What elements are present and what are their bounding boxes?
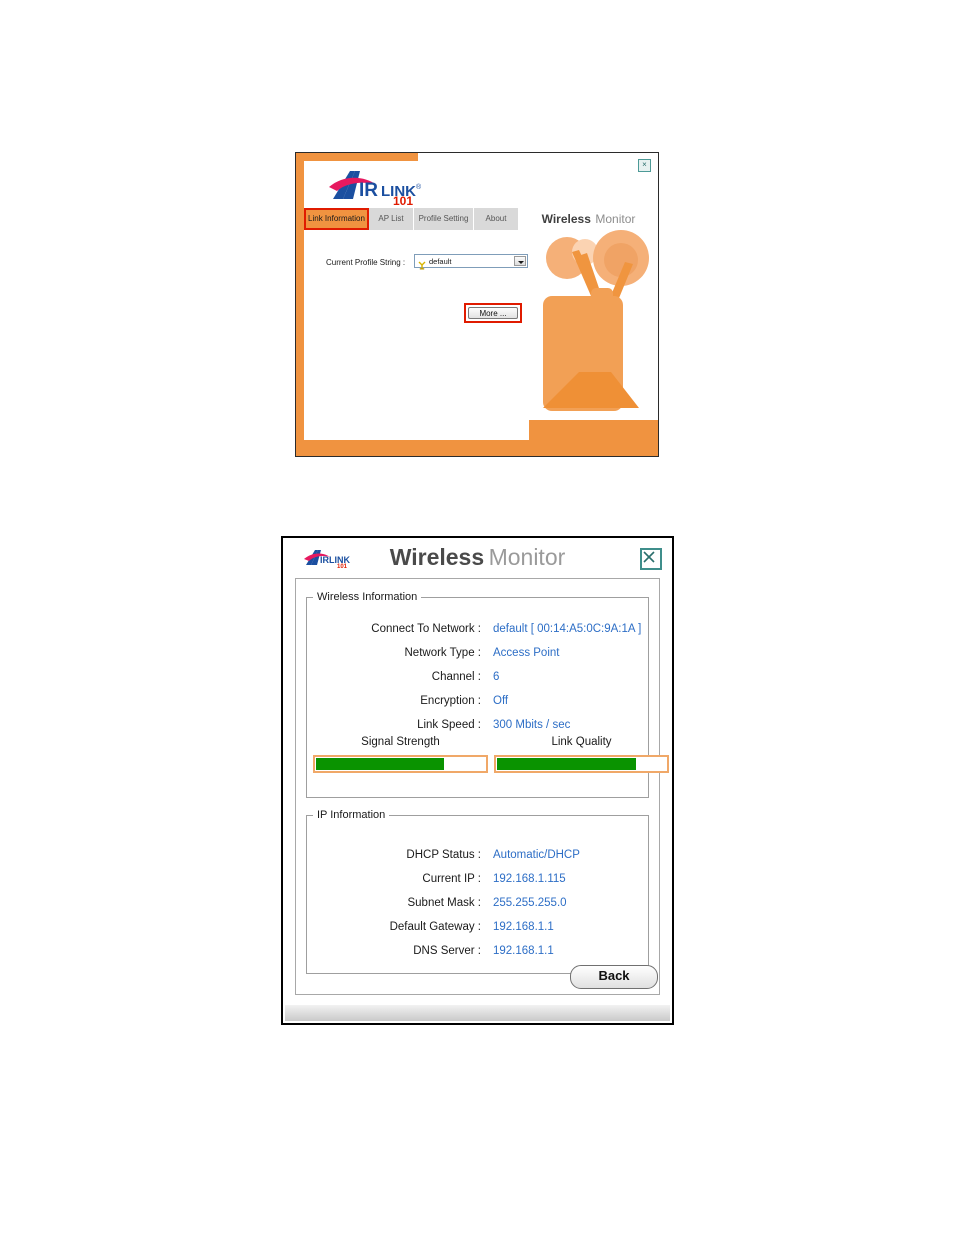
current-ip-value: 192.168.1.115 (493, 873, 566, 885)
link-quality-fill (497, 758, 636, 770)
svg-text:101: 101 (393, 194, 413, 207)
tab-link-information[interactable]: Link Information (304, 208, 369, 230)
ip-information-group: IP Information DHCP Status : Automatic/D… (306, 809, 649, 974)
default-gateway-label: Default Gateway : (389, 921, 481, 933)
current-ip-label: Current IP : (422, 873, 481, 885)
close-icon[interactable]: × (638, 159, 651, 172)
signal-meters: Signal Strength Link Quality (309, 733, 669, 791)
wireless-information-fields: Connect To Network : default [ 00:14:A5:… (309, 617, 646, 737)
close-icon[interactable] (640, 548, 662, 570)
field-row: Subnet Mask : 255.255.255.0 (309, 891, 646, 915)
antenna-icon (418, 257, 426, 270)
channel-label: Channel : (431, 671, 481, 683)
field-row: Default Gateway : 192.168.1.1 (309, 915, 646, 939)
wireless-router-illustration-icon (529, 230, 658, 440)
network-type-value: Access Point (493, 647, 560, 659)
current-profile-label: Current Profile String : (326, 258, 406, 267)
details-panel: Wireless Information Connect To Network … (295, 578, 669, 995)
dhcp-status-value: Automatic/DHCP (493, 849, 580, 861)
link-quality-meter: Link Quality (494, 733, 669, 773)
page-title-light: Monitor (488, 544, 566, 570)
field-row: Network Type : Access Point (309, 641, 646, 665)
link-quality-track (494, 755, 669, 773)
wireless-information-legend: Wireless Information (317, 591, 418, 603)
field-row: Connect To Network : default [ 00:14:A5:… (309, 617, 646, 641)
current-profile-dropdown[interactable]: default (414, 254, 528, 270)
window-title: Wireless Monitor (519, 208, 658, 230)
svg-text:®: ® (416, 183, 422, 191)
window-title-bold: Wireless (541, 212, 591, 226)
window-left-accent-bar (296, 153, 304, 456)
dns-server-value: 192.168.1.1 (493, 945, 554, 957)
ip-information-fields: DHCP Status : Automatic/DHCP Current IP … (309, 843, 646, 963)
subnet-mask-value: 255.255.255.0 (493, 897, 567, 909)
field-row: DHCP Status : Automatic/DHCP (309, 843, 646, 867)
tab-about[interactable]: About (474, 208, 519, 230)
wireless-information-group: Wireless Information Connect To Network … (306, 591, 669, 798)
connect-to-network-value: default [ 00:14:A5:0C:9A:1A ] (493, 623, 642, 635)
signal-strength-label: Signal Strength (361, 736, 440, 748)
tab-profile-setting[interactable]: Profile Setting (414, 208, 474, 230)
svg-text:IR: IR (359, 180, 378, 201)
page-title: Wireless Monitor (283, 544, 672, 571)
current-profile-value: default (429, 257, 452, 266)
default-gateway-value: 192.168.1.1 (493, 921, 554, 933)
window-bottom-accent-bar (304, 440, 658, 456)
encryption-label: Encryption : (420, 695, 481, 707)
field-row: Encryption : Off (309, 689, 646, 713)
field-row: DNS Server : 192.168.1.1 (309, 939, 646, 963)
link-quality-label: Link Quality (551, 736, 612, 748)
window-header: IRLINK 101 Wireless Monitor (283, 538, 672, 578)
channel-value: 6 (493, 671, 500, 683)
back-button[interactable]: Back (570, 965, 658, 989)
tab-ap-list[interactable]: AP List (369, 208, 414, 230)
signal-strength-meter: Signal Strength (313, 733, 488, 773)
encryption-value: Off (493, 695, 509, 707)
dhcp-status-label: DHCP Status : (406, 849, 481, 861)
subnet-mask-label: Subnet Mask : (407, 897, 481, 909)
page-title-bold: Wireless (389, 544, 485, 570)
airlink-logo: IR LINK ® 101 (319, 165, 431, 208)
dns-server-label: DNS Server : (413, 945, 481, 957)
window-title-light: Monitor (595, 212, 636, 226)
chevron-down-icon[interactable] (514, 256, 526, 266)
more-button-highlight: More ... (464, 303, 522, 323)
link-information-window: IR LINK ® 101 × Link Information AP List… (295, 152, 659, 457)
window-top-accent-bar (304, 153, 418, 161)
more-button[interactable]: More ... (468, 307, 518, 319)
signal-strength-track (313, 755, 488, 773)
signal-strength-fill (316, 758, 445, 770)
tab-bar: Link Information AP List Profile Setting… (304, 208, 658, 230)
ip-information-legend: IP Information (317, 809, 386, 821)
field-row: Channel : 6 (309, 665, 646, 689)
window-footer-bar (285, 1005, 670, 1021)
network-type-label: Network Type : (404, 647, 482, 659)
field-row: Current IP : 192.168.1.115 (309, 867, 646, 891)
link-information-panel: Current Profile String : default More ..… (304, 230, 658, 440)
connect-to-network-label: Connect To Network : (371, 623, 481, 635)
wireless-monitor-details-window: IRLINK 101 Wireless Monitor Wireless Inf… (281, 536, 674, 1025)
